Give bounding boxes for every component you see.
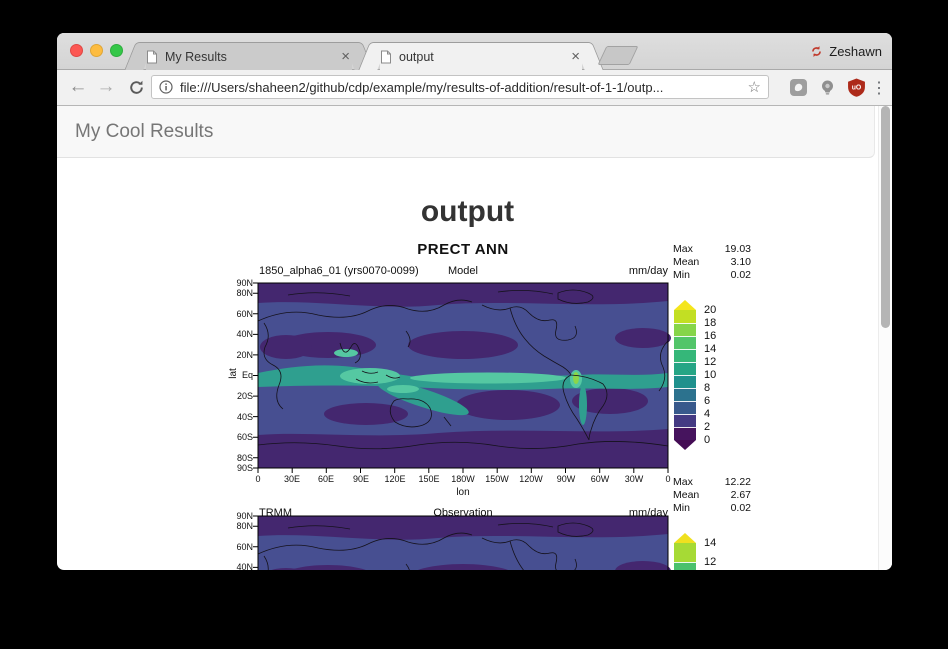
colorbar-segment — [674, 349, 696, 362]
browser-menu-icon[interactable]: ⋮ — [869, 75, 889, 101]
lat-tick-label: 40N — [227, 329, 253, 339]
tab-title: My Results — [165, 50, 332, 64]
forward-icon[interactable]: → — [93, 74, 119, 100]
stat-label: Max — [673, 476, 693, 489]
close-window-button[interactable] — [70, 44, 83, 57]
new-tab-button[interactable] — [598, 46, 639, 65]
document-title: output — [57, 195, 878, 229]
world-map-plot — [258, 516, 668, 570]
y-axis-label: lat — [228, 368, 239, 379]
world-map-plot — [258, 283, 668, 468]
reload-icon[interactable] — [123, 74, 149, 100]
lat-tick-label: 80N — [227, 288, 253, 298]
colorbar-segment — [674, 414, 696, 427]
colorbar-tick-label: 12 — [704, 356, 716, 368]
stats-block: Max 12.22 Mean 2.67 Min 0.02 — [673, 476, 751, 515]
stat-label: Mean — [673, 256, 699, 269]
colorbar-segment — [674, 388, 696, 401]
page-header: My Cool Results — [57, 106, 875, 158]
figure-observation: TRMM Observation mm/day Max12.22 Mean2.6… — [227, 471, 827, 570]
stats-block: Max 19.03 Mean 3.10 Min 0.02 — [673, 243, 751, 282]
ublock-shield-icon[interactable]: uO — [847, 78, 866, 97]
colorbar-tick-label: 14 — [704, 537, 716, 549]
lat-tick-label: 60S — [227, 432, 253, 442]
stat-value: 0.02 — [731, 269, 751, 282]
bookmark-star-icon[interactable]: ☆ — [748, 78, 761, 96]
tab-bar: My Results × output × Zeshawn — [57, 33, 892, 70]
lat-tick-label: 40N — [227, 562, 253, 570]
colorbar-segment — [674, 310, 696, 323]
tab-close-icon[interactable]: × — [569, 49, 582, 64]
lat-tick-label: 20N — [227, 350, 253, 360]
lat-tick-label: 80N — [227, 521, 253, 531]
colorbar-segment — [674, 543, 696, 562]
tab-output[interactable]: output × — [370, 42, 592, 70]
page-favicon-icon — [380, 50, 392, 64]
scrollbar-thumb[interactable] — [881, 106, 890, 328]
colorbar-tick-label: 10 — [704, 369, 716, 381]
stat-label: Max — [673, 243, 693, 256]
sync-error-icon — [809, 44, 824, 59]
stat-label: Min — [673, 502, 690, 515]
tab-title: output — [399, 50, 562, 64]
lat-tick-label: 40S — [227, 412, 253, 422]
units-label: mm/day — [258, 265, 668, 277]
browser-toolbar: ← → file:///Users/shaheen2/github/cdp/ex… — [57, 70, 892, 106]
colorbar-tick-label: 0 — [704, 434, 710, 446]
profile-name: Zeshawn — [829, 44, 882, 59]
extension-icon-2[interactable] — [818, 78, 837, 97]
colorbar-tick-label: 2 — [704, 421, 710, 433]
page-header-title: My Cool Results — [75, 121, 213, 143]
colorbar-tick-label: 20 — [704, 304, 716, 316]
tab-close-icon[interactable]: × — [339, 49, 352, 64]
colorbar-tick-label: 4 — [704, 408, 710, 420]
lat-tick-label: 20S — [227, 391, 253, 401]
lat-tick-label: 60N — [227, 309, 253, 319]
tab-my-results[interactable]: My Results × — [136, 42, 362, 70]
stat-value: 0.02 — [731, 502, 751, 515]
page-favicon-icon — [146, 50, 158, 64]
browser-window: My Results × output × Zeshawn — [57, 33, 892, 570]
colorbar-cap — [674, 533, 696, 543]
colorbar-segment — [674, 323, 696, 336]
address-bar[interactable]: file:///Users/shaheen2/github/cdp/exampl… — [151, 75, 769, 99]
stat-value: 19.03 — [725, 243, 751, 256]
colorbar-segment — [674, 336, 696, 349]
colorbar-segment — [674, 427, 696, 440]
colorbar-segment — [674, 562, 696, 570]
minimize-window-button[interactable] — [90, 44, 103, 57]
lat-tick-label: 90N — [227, 278, 253, 288]
lat-tick-label: 80S — [227, 453, 253, 463]
colorbar-tick-label: 12 — [704, 556, 716, 568]
colorbar-tick-label: 8 — [704, 382, 710, 394]
extension-icon-1[interactable] — [789, 78, 808, 97]
colorbar-tick-label: 18 — [704, 317, 716, 329]
colorbar-segment — [674, 401, 696, 414]
page-info-icon[interactable] — [159, 80, 173, 94]
back-icon[interactable]: ← — [65, 74, 91, 100]
stat-value: 12.22 — [725, 476, 751, 489]
figure-title: PRECT ANN — [258, 241, 668, 258]
stat-label: Mean — [673, 489, 699, 502]
svg-text:uO: uO — [852, 85, 862, 92]
colorbar-tick-label: 16 — [704, 330, 716, 342]
colorbar-segment — [674, 362, 696, 375]
colorbar-tick-label: 6 — [704, 395, 710, 407]
colorbar-tick-label: 14 — [704, 343, 716, 355]
profile-chip[interactable]: Zeshawn — [809, 33, 882, 70]
colorbar-cap — [674, 440, 696, 450]
url-text[interactable]: file:///Users/shaheen2/github/cdp/exampl… — [180, 80, 741, 95]
stat-label: Min — [673, 269, 690, 282]
lat-tick-label: 90N — [227, 511, 253, 521]
stat-value: 3.10 — [731, 256, 751, 269]
colorbar-cap — [674, 300, 696, 310]
stat-value: 2.67 — [731, 489, 751, 502]
lat-tick-label: 60N — [227, 542, 253, 552]
zoom-window-button[interactable] — [110, 44, 123, 57]
colorbar-segment — [674, 375, 696, 388]
